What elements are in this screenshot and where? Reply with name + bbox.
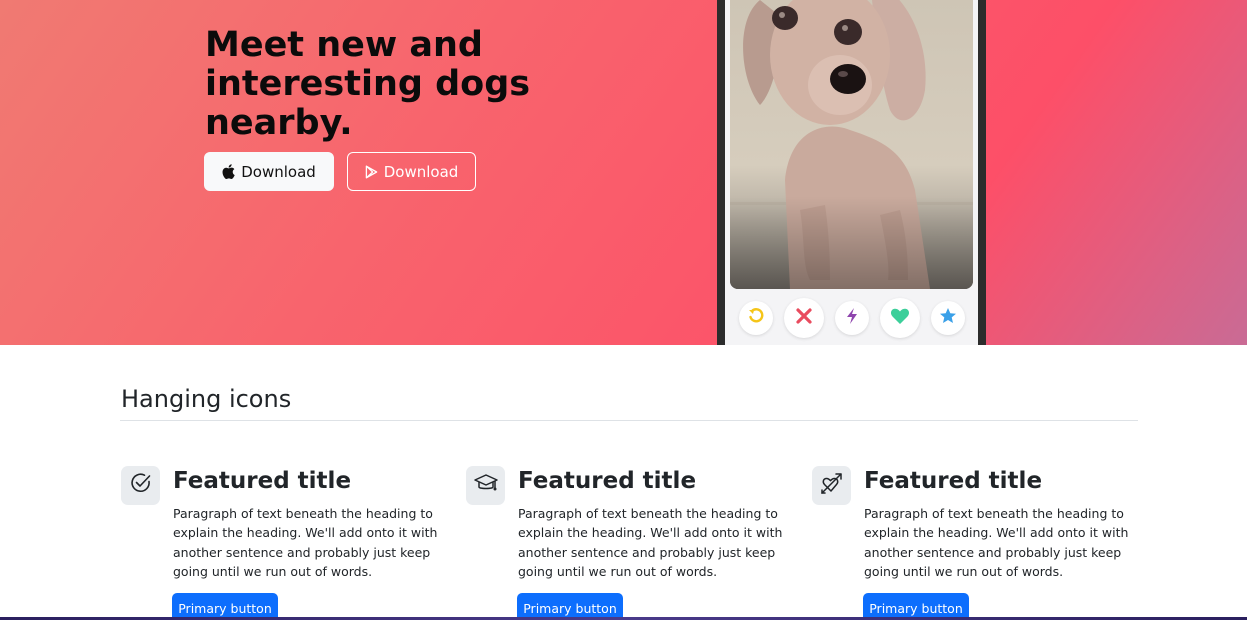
google-play-download-label: Download: [383, 162, 459, 181]
check-circle-icon: [130, 472, 152, 499]
dog-photo: [730, 0, 973, 289]
apple-icon: [222, 164, 235, 179]
mortarboard-icon: [473, 472, 498, 499]
hero-section: Meet new and interesting dogs nearby. Do…: [0, 0, 1247, 345]
section-title: Hanging icons: [121, 385, 292, 413]
primary-button[interactable]: Primary button: [517, 593, 623, 620]
super-like-button[interactable]: [931, 301, 965, 335]
feature-card: Featured title Paragraph of text beneath…: [121, 466, 441, 620]
primary-button[interactable]: Primary button: [172, 593, 278, 620]
feature-text: Paragraph of text beneath the heading to…: [864, 506, 1129, 579]
feature-title: Featured title: [518, 468, 697, 494]
google-play-download-button[interactable]: Download: [347, 152, 476, 191]
star-icon: [939, 307, 957, 330]
feature-icon-box: [812, 466, 851, 505]
arrow-through-heart-icon: [820, 471, 844, 500]
app-store-download-label: Download: [241, 162, 316, 181]
heart-icon: [890, 307, 910, 330]
feature-text: Paragraph of text beneath the heading to…: [173, 506, 438, 579]
feature-title: Featured title: [864, 468, 1043, 494]
app-store-download-button[interactable]: Download: [204, 152, 334, 191]
google-play-icon: [365, 165, 378, 179]
feature-icon-box: [121, 466, 160, 505]
feature-title: Featured title: [173, 468, 352, 494]
section-divider: [120, 420, 1138, 421]
swipe-action-row: [739, 298, 965, 338]
close-icon: [795, 307, 813, 330]
phone-screen: [725, 0, 978, 345]
feature-card: Featured title Paragraph of text beneath…: [812, 466, 1132, 620]
feature-icon-box: [466, 466, 505, 505]
nope-button[interactable]: [784, 298, 824, 338]
feature-text: Paragraph of text beneath the heading to…: [518, 506, 783, 579]
feature-card: Featured title Paragraph of text beneath…: [466, 466, 786, 620]
bolt-icon: [845, 307, 859, 330]
rewind-button[interactable]: [739, 301, 773, 335]
like-button[interactable]: [880, 298, 920, 338]
rewind-icon: [747, 307, 765, 330]
phone-mockup: [717, 0, 986, 345]
boost-button[interactable]: [835, 301, 869, 335]
hero-title: Meet new and interesting dogs nearby.: [205, 25, 531, 143]
primary-button[interactable]: Primary button: [863, 593, 969, 620]
